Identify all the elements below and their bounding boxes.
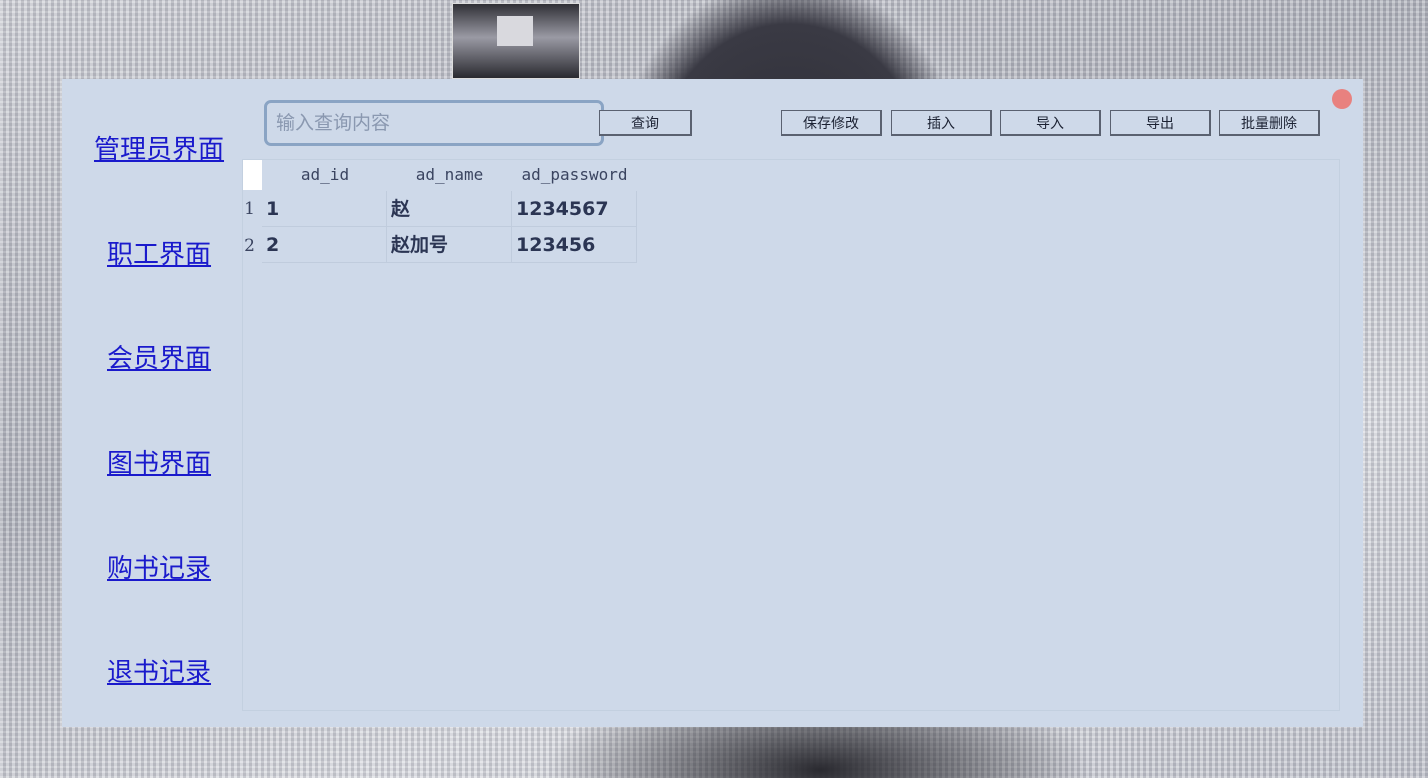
admin-window: 管理员界面 职工界面 会员界面 图书界面 购书记录 退书记录 查询 保存修改 插… — [62, 79, 1363, 727]
row-number[interactable]: 2 — [243, 236, 255, 256]
column-header-ad-name[interactable]: ad_name — [387, 165, 512, 184]
insert-button[interactable]: 插入 — [891, 110, 992, 136]
data-table[interactable]: ad_id ad_name ad_password 1 1 赵 1234567 … — [242, 159, 1340, 711]
table-cell-ad-password[interactable]: 123456 — [512, 227, 637, 263]
nav-book-link[interactable]: 图书界面 — [107, 443, 211, 480]
column-header-ad-id[interactable]: ad_id — [263, 165, 387, 184]
nav-staff-link[interactable]: 职工界面 — [107, 234, 211, 271]
nav-return-record-link[interactable]: 退书记录 — [107, 652, 211, 689]
table-cell-ad-id[interactable]: 2 — [262, 227, 387, 263]
export-button[interactable]: 导出 — [1110, 110, 1211, 136]
table-cell-ad-password[interactable]: 1234567 — [512, 191, 637, 227]
table-cell-ad-id[interactable]: 1 — [262, 191, 387, 227]
nav-purchase-record-link[interactable]: 购书记录 — [107, 548, 211, 585]
close-dot-icon[interactable] — [1332, 89, 1352, 109]
query-button[interactable]: 查询 — [599, 110, 692, 136]
nav-admin-link[interactable]: 管理员界面 — [94, 129, 224, 166]
background-thumbnail — [452, 3, 580, 79]
row-number[interactable]: 1 — [243, 199, 255, 219]
save-changes-button[interactable]: 保存修改 — [781, 110, 882, 136]
search-input[interactable] — [264, 100, 604, 146]
table-cell-ad-name[interactable]: 赵加号 — [387, 227, 512, 263]
batch-delete-button[interactable]: 批量删除 — [1219, 110, 1320, 136]
nav-member-link[interactable]: 会员界面 — [107, 338, 211, 375]
table-cell-ad-name[interactable]: 赵 — [387, 191, 512, 227]
column-header-ad-password[interactable]: ad_password — [512, 165, 637, 184]
import-button[interactable]: 导入 — [1000, 110, 1101, 136]
table-corner-select-all[interactable] — [243, 160, 262, 190]
